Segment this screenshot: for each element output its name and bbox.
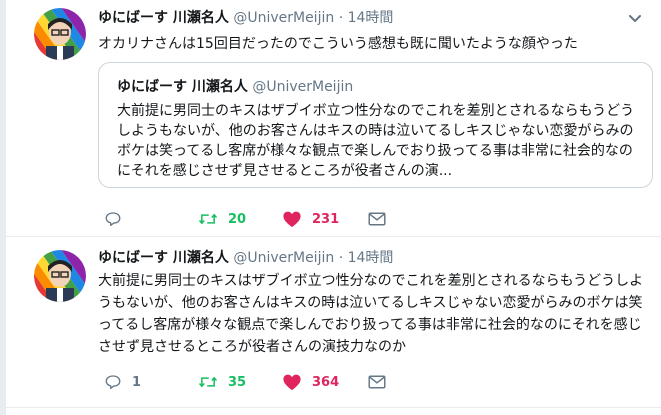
heart-icon xyxy=(282,210,302,228)
tweet[interactable]: ゆにばーす 川瀬名人 @UniverMeijin · 14時間 大前提に男同士の… xyxy=(6,237,661,408)
reply-count: 1 xyxy=(132,374,142,390)
like-button[interactable]: 364 xyxy=(282,371,339,393)
quote-header: ゆにばーす 川瀬名人 @UniverMeijin xyxy=(117,78,353,96)
timeline: ゆにばーす 川瀬名人 @UniverMeijin · 14時間 オカリナさんは1… xyxy=(6,0,661,415)
tweet-actions: 20 231 xyxy=(98,208,418,230)
reply-icon xyxy=(104,210,122,228)
separator-dot: · xyxy=(338,10,344,26)
quoted-tweet[interactable]: ゆにばーす 川瀬名人 @UniverMeijin 大前提に男同士のキスはザブイボ… xyxy=(98,62,653,188)
quote-author-handle: @UniverMeijin xyxy=(252,79,354,95)
chevron-down-icon[interactable] xyxy=(627,10,643,26)
like-count: 364 xyxy=(312,374,340,390)
like-button[interactable]: 231 xyxy=(282,208,339,230)
author-handle[interactable]: @UniverMeijin xyxy=(233,10,334,26)
retweet-icon xyxy=(198,210,218,228)
tweet[interactable]: ゆにばーす 川瀬名人 @UniverMeijin · 14時間 オカリナさんは1… xyxy=(6,0,661,237)
author-name[interactable]: ゆにばーす 川瀬名人 xyxy=(98,250,229,266)
retweet-count: 35 xyxy=(228,374,247,390)
retweet-count: 20 xyxy=(228,211,247,227)
avatar[interactable] xyxy=(34,250,86,302)
reply-icon xyxy=(104,373,122,391)
tweet-text: 大前提に男同士のキスはザブイボ立つ性分なのでこれを差別とされるならもうどうしよう… xyxy=(98,273,644,355)
tweet-text: オカリナさんは15回目だったのでこういう感想も既に聞いたような顔やった xyxy=(98,36,578,52)
envelope-icon xyxy=(368,374,386,390)
tweet-header: ゆにばーす 川瀬名人 @UniverMeijin · 14時間 xyxy=(98,8,649,28)
retweet-icon xyxy=(198,373,218,391)
reply-button[interactable]: 1 xyxy=(104,371,141,393)
quote-text: 大前提に男同士のキスはザブイボ立つ性分なのでこれを差別とされるならもうどうしよう… xyxy=(117,103,635,179)
like-count: 231 xyxy=(312,211,340,227)
author-name[interactable]: ゆにばーす 川瀬名人 xyxy=(98,10,229,26)
tweet-actions: 1 35 364 xyxy=(98,371,418,393)
retweet-button[interactable]: 35 xyxy=(198,371,246,393)
avatar[interactable] xyxy=(34,8,86,60)
timestamp[interactable]: 14時間 xyxy=(348,250,394,266)
direct-message-button[interactable] xyxy=(368,208,386,230)
separator-dot: · xyxy=(338,250,344,266)
timestamp[interactable]: 14時間 xyxy=(348,10,394,26)
reply-button[interactable] xyxy=(104,208,132,230)
envelope-icon xyxy=(368,211,386,227)
retweet-button[interactable]: 20 xyxy=(198,208,246,230)
direct-message-button[interactable] xyxy=(368,371,386,393)
quote-author-name: ゆにばーす 川瀬名人 xyxy=(117,79,248,95)
author-handle[interactable]: @UniverMeijin xyxy=(233,250,334,266)
tweet-header: ゆにばーす 川瀬名人 @UniverMeijin · 14時間 xyxy=(98,248,649,268)
heart-icon xyxy=(282,373,302,391)
